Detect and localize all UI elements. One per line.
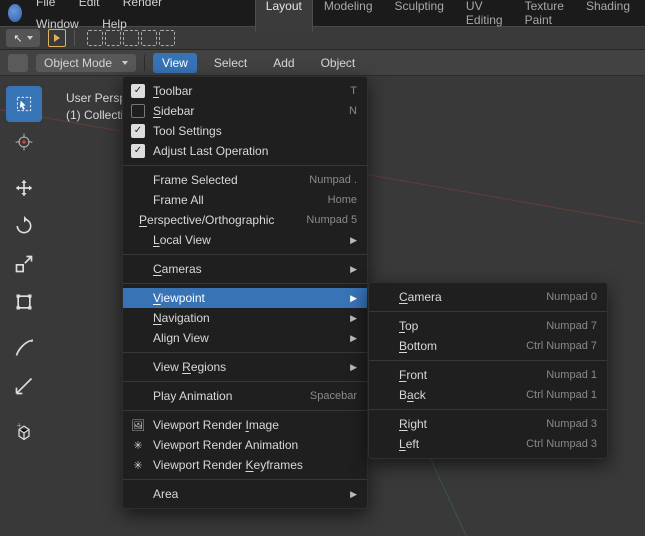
- tool-add-cube[interactable]: +: [6, 414, 42, 450]
- mode-label: Object Mode: [44, 56, 112, 70]
- menu-item-area[interactable]: Area▶: [123, 484, 367, 504]
- menu-file[interactable]: File: [26, 0, 65, 13]
- viewport-toolbar: +: [6, 86, 42, 450]
- submenu-item-top[interactable]: TopNumpad 7: [369, 316, 607, 336]
- select-mode-icon[interactable]: [123, 30, 139, 46]
- svg-text:+: +: [17, 422, 22, 431]
- checkbox-on-icon: ✓: [131, 84, 145, 98]
- transform-icon: [14, 292, 34, 312]
- tab-uv-editing[interactable]: UV Editing: [455, 0, 514, 32]
- measure-icon: [14, 376, 34, 396]
- submenu-item-back[interactable]: BackCtrl Numpad 1: [369, 385, 607, 405]
- top-menu-bar: File Edit Render Window Help Layout Mode…: [0, 0, 645, 26]
- tool-scale[interactable]: [6, 246, 42, 282]
- tool-cursor[interactable]: [6, 124, 42, 160]
- menu-item-align-view[interactable]: Align View▶: [123, 328, 367, 348]
- checkbox-on-icon: ✓: [131, 124, 145, 138]
- tab-modeling[interactable]: Modeling: [313, 0, 384, 32]
- menu-item-view-regions[interactable]: View Regions▶: [123, 357, 367, 377]
- menu-edit[interactable]: Edit: [69, 0, 110, 13]
- tool-annotate[interactable]: [6, 330, 42, 366]
- checkbox-on-icon: ✓: [131, 144, 145, 158]
- mode-dropdown[interactable]: Object Mode: [36, 54, 136, 72]
- blender-logo-icon: [8, 4, 22, 22]
- select-mode-icon[interactable]: [159, 30, 175, 46]
- header-menu-view[interactable]: View: [153, 53, 197, 73]
- cursor-icon: [14, 132, 34, 152]
- tool-select-box[interactable]: [6, 86, 42, 122]
- select-mode-icon[interactable]: [87, 30, 103, 46]
- tab-texture-paint[interactable]: Texture Paint: [514, 0, 575, 32]
- select-box-button[interactable]: [48, 29, 66, 47]
- tab-layout[interactable]: Layout: [255, 0, 313, 32]
- add-cube-icon: +: [14, 422, 34, 442]
- orientation-dropdown[interactable]: ↖: [6, 29, 40, 47]
- viewpoint-submenu: CameraNumpad 0 TopNumpad 7 BottomCtrl Nu…: [368, 282, 608, 459]
- submenu-item-camera[interactable]: CameraNumpad 0: [369, 287, 607, 307]
- tool-transform[interactable]: [6, 284, 42, 320]
- menu-item-local-view[interactable]: Local View▶: [123, 230, 367, 250]
- select-box-icon: [14, 94, 34, 114]
- menu-item-adjust-last-op[interactable]: ✓Adjust Last Operation: [123, 141, 367, 161]
- select-mode-icon[interactable]: [141, 30, 157, 46]
- viewport-header: Object Mode View Select Add Object: [0, 50, 645, 76]
- menu-item-frame-selected[interactable]: Frame SelectedNumpad .: [123, 170, 367, 190]
- menu-item-viewport-render-animation[interactable]: ✳Viewport Render Animation: [123, 435, 367, 455]
- tool-measure[interactable]: [6, 368, 42, 404]
- submenu-item-bottom[interactable]: BottomCtrl Numpad 7: [369, 336, 607, 356]
- menu-item-navigation[interactable]: Navigation▶: [123, 308, 367, 328]
- rotate-icon: [14, 216, 34, 236]
- render-anim-icon: ✳: [131, 439, 145, 452]
- header-menu-select[interactable]: Select: [205, 53, 256, 73]
- menu-item-frame-all[interactable]: Frame AllHome: [123, 190, 367, 210]
- menu-item-cameras[interactable]: Cameras▶: [123, 259, 367, 279]
- tool-move[interactable]: [6, 170, 42, 206]
- view-menu: ✓ToolbarT SidebarN ✓Tool Settings ✓Adjus…: [122, 76, 368, 509]
- menu-item-viewport-render-keyframes[interactable]: ✳Viewport Render Keyframes: [123, 455, 367, 475]
- submenu-item-right[interactable]: RightNumpad 3: [369, 414, 607, 434]
- submenu-item-left[interactable]: LeftCtrl Numpad 3: [369, 434, 607, 454]
- scale-icon: [14, 254, 34, 274]
- menu-item-viewport-render-image[interactable]: 🖼Viewport Render Image: [123, 415, 367, 435]
- header-menu-add[interactable]: Add: [264, 53, 303, 73]
- render-image-icon: 🖼: [131, 419, 145, 432]
- menu-render[interactable]: Render: [113, 0, 172, 13]
- menu-item-toolbar[interactable]: ✓ToolbarT: [123, 81, 367, 101]
- menu-item-sidebar[interactable]: SidebarN: [123, 101, 367, 121]
- select-mode-icon[interactable]: [105, 30, 121, 46]
- render-kf-icon: ✳: [131, 459, 145, 472]
- editor-type-dropdown[interactable]: [8, 54, 28, 72]
- tool-rotate[interactable]: [6, 208, 42, 244]
- menu-item-play-animation[interactable]: Play AnimationSpacebar: [123, 386, 367, 406]
- tab-sculpting[interactable]: Sculpting: [384, 0, 455, 32]
- move-icon: [14, 178, 34, 198]
- header-menu-object[interactable]: Object: [312, 53, 365, 73]
- selection-mode-icons[interactable]: [87, 30, 175, 46]
- workspace-tabs: Layout Modeling Sculpting UV Editing Tex…: [255, 0, 641, 32]
- menu-item-viewpoint[interactable]: Viewpoint▶: [123, 288, 367, 308]
- checkbox-off-icon: [131, 104, 145, 118]
- menu-item-tool-settings[interactable]: ✓Tool Settings: [123, 121, 367, 141]
- tab-shading[interactable]: Shading: [575, 0, 641, 32]
- menu-item-perspective-ortho[interactable]: Perspective/OrthographicNumpad 5: [123, 210, 367, 230]
- submenu-item-front[interactable]: FrontNumpad 1: [369, 365, 607, 385]
- annotate-icon: [14, 338, 34, 358]
